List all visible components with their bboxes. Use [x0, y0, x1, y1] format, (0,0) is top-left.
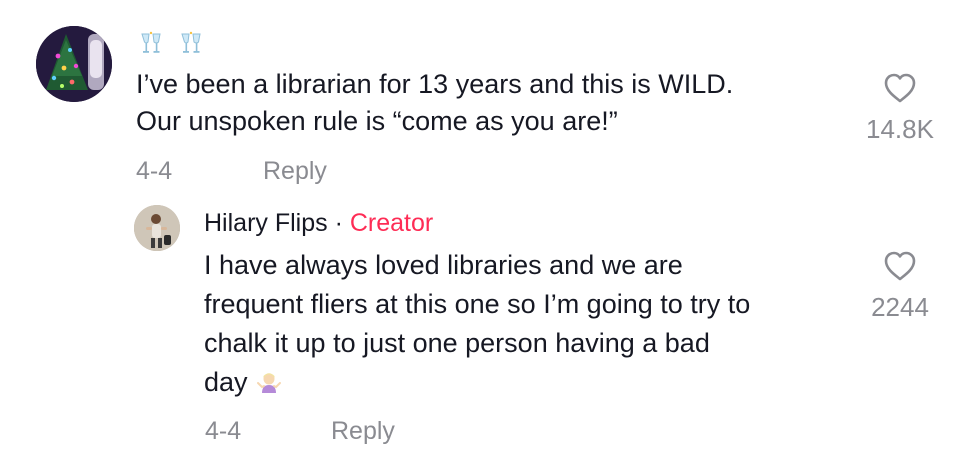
comment-like-count: 14.8K	[866, 114, 934, 144]
reply-header: Hilary Flips · Creator	[204, 209, 433, 238]
creator-username[interactable]: Hilary Flips	[204, 209, 328, 237]
comment-reply-button[interactable]: Reply	[263, 157, 327, 186]
commenter-avatar[interactable]	[36, 26, 112, 102]
reply-line: day	[204, 363, 750, 402]
reply-line-text: day	[204, 367, 248, 397]
creator-avatar-icon	[134, 205, 180, 251]
reply-like-button[interactable]: 2244	[852, 250, 948, 323]
reply-reply-button[interactable]: Reply	[331, 417, 395, 446]
reply-date: 4-4	[205, 417, 242, 445]
comment-emoji-row	[138, 30, 204, 56]
clinking-glasses-icon	[181, 31, 201, 53]
reply-line: chalk it up to just one person having a …	[204, 328, 710, 358]
christmas-tree-icon	[36, 26, 112, 102]
comment-body: I’ve been a librarian for 13 years and t…	[136, 66, 733, 140]
heart-icon	[884, 251, 916, 281]
comments-thread: I’ve been a librarian for 13 years and t…	[0, 0, 980, 462]
comment-like-button[interactable]: 14.8K	[852, 72, 948, 145]
creator-avatar[interactable]	[134, 205, 180, 251]
reply-like-count: 2244	[871, 292, 929, 322]
person-shrugging-icon	[256, 373, 281, 393]
creator-badge: Creator	[349, 209, 434, 237]
reply-body: I have always loved libraries and we are…	[204, 246, 750, 402]
header-separator: ·	[327, 209, 350, 237]
clinking-glasses-icon	[141, 31, 161, 53]
heart-icon	[884, 73, 916, 103]
comment-line: I’ve been a librarian for 13 years and t…	[136, 69, 734, 99]
reply-line: I have always loved libraries and we are	[204, 250, 683, 280]
reply-line: frequent fliers at this one so I’m going…	[204, 289, 751, 319]
comment-date: 4-4	[136, 157, 173, 185]
comment-line: Our unspoken rule is “come as you are!”	[136, 106, 618, 136]
